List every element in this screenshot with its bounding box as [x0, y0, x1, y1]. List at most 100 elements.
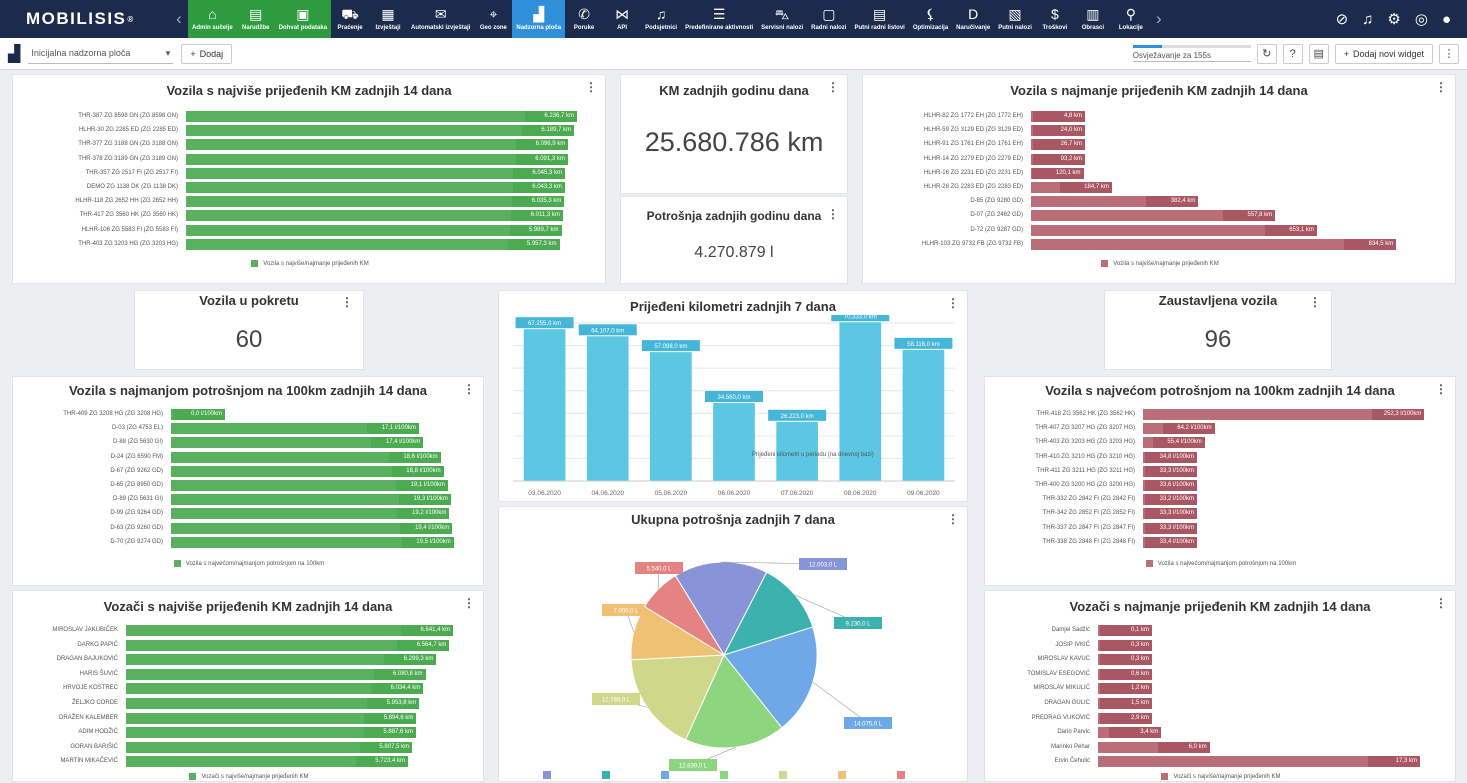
nav-item-travel-sheets[interactable]: ▤ Putni radni listovi [850, 0, 908, 38]
widget-menu-icon[interactable]: ⋮ [585, 80, 597, 94]
legend-swatch[interactable] [897, 771, 905, 779]
refresh-icon[interactable]: ↻ [1256, 43, 1277, 64]
nav-item-activities[interactable]: ☰ Predefinirane aktivnosti [681, 0, 757, 38]
nav-scroll-right-icon[interactable]: › [1150, 9, 1168, 29]
legend-swatch[interactable] [543, 771, 551, 779]
bar[interactable] [186, 196, 565, 208]
geozone-icon: ⌖ [489, 5, 498, 22]
nav-item-reports[interactable]: ▦ Izvještaji [369, 0, 407, 38]
data-label: 0,3 km [1100, 654, 1152, 666]
nav-item-messages[interactable]: ✆ Poruke [565, 0, 603, 38]
tracking-off-icon[interactable]: ⊘ [1336, 10, 1349, 28]
widget-menu-icon[interactable]: ⋮ [947, 296, 959, 310]
category-label: HLHR-82 ZG 1772 EH (ZG 1772 EH) [923, 113, 1023, 119]
drivers-least-km-chart: Damjel Sadžić 0,1 km JOSIP IVKIĆ 0,3 km MIRO… [985, 623, 1457, 783]
nav-item-optimization[interactable]: ⚸ Optimizacija [909, 0, 952, 38]
nav-item-auto-reports[interactable]: ✉ Automatski izvještaji [407, 0, 474, 38]
nav-item-orders[interactable]: ▤ Narudžbe [236, 0, 275, 38]
nav-item-work-orders[interactable]: ▢ Radni nalozi [807, 0, 850, 38]
chart-legend[interactable]: Vozači s najviše/najmanje prijeđenih KM [13, 773, 485, 780]
legend-swatch[interactable] [779, 771, 787, 779]
category-label: DRAGAN BAJUKOVIĆ [56, 656, 118, 663]
category-label: THR-409 ZG 3208 HG (ZG 3208 HG) [63, 411, 163, 417]
more-options-icon[interactable]: ⋮ [1439, 43, 1459, 64]
data-label: 33,2 l/100km [1145, 494, 1197, 506]
bar[interactable] [186, 153, 568, 165]
widget-menu-icon[interactable]: ⋮ [827, 80, 839, 94]
bar[interactable] [186, 139, 569, 151]
export-icon[interactable]: ▤ [1308, 43, 1329, 64]
category-label: D-63 (ZG 9260 GD) [110, 524, 163, 531]
nav-item-travel-orders[interactable]: ▧ Putni nalozi [994, 0, 1036, 38]
add-widget-button[interactable]: + Dodaj novi widget [1334, 43, 1433, 64]
widget-menu-icon[interactable]: ⋮ [1309, 295, 1321, 309]
bar[interactable] [186, 111, 578, 122]
nav-item-forms[interactable]: ▥ Obrasci [1074, 0, 1112, 38]
bar[interactable] [186, 210, 563, 222]
chart-legend[interactable]: Vozači s najviše/najmanje prijeđenih KM [985, 773, 1457, 780]
legend-swatch[interactable] [838, 771, 846, 779]
info-icon[interactable]: ? [1282, 43, 1303, 64]
data-label: 7.000,0 L [613, 609, 639, 615]
bar[interactable] [186, 238, 560, 250]
nav-scroll-left-icon[interactable]: ‹ [170, 9, 188, 29]
chart-legend[interactable]: Vozila s najvećom/najmanjom potrošnjom n… [13, 560, 485, 567]
nav-item-api[interactable]: ⋈ API [603, 0, 641, 38]
legend-swatch[interactable] [720, 771, 728, 779]
bar[interactable] [186, 182, 565, 193]
nav-item-ordering[interactable]: D Naručivanje [952, 0, 994, 38]
widget-most-consumption: Vozila s najvećom potrošnjom na 100km za… [984, 376, 1456, 586]
bar[interactable] [186, 125, 575, 137]
nav-item-geozone[interactable]: ⌖ Geo zone [474, 0, 512, 38]
bar[interactable] [650, 352, 692, 481]
legend-swatch[interactable] [661, 771, 669, 779]
chart-legend[interactable]: Vozila s najviše/najmanje prijeđenih KM [863, 260, 1457, 267]
nav-item-reminders[interactable]: ♫ Podsjetnici [641, 0, 681, 38]
widget-menu-icon[interactable]: ⋮ [463, 382, 475, 396]
category-label: D-70 (ZG 9274 GD) [110, 538, 163, 545]
widget-menu-icon[interactable]: ⋮ [1435, 596, 1447, 610]
bar[interactable] [1031, 238, 1397, 250]
data-label: 67.255,0 km [528, 321, 561, 327]
dashboard-select[interactable]: Inicijalna nadzorna ploča ▾ [28, 44, 174, 64]
legend-swatch[interactable] [602, 771, 610, 779]
widget-menu-icon[interactable]: ⋮ [947, 512, 959, 526]
category-label: MIROSLAV MIKULIĆ [1033, 685, 1090, 692]
legend-swatch[interactable] [741, 450, 748, 457]
mobilisis-logo[interactable]: MOBILISIS ® [0, 0, 170, 38]
bar[interactable] [713, 402, 755, 481]
notifications-icon[interactable]: ♫ [1362, 11, 1373, 28]
forms-icon: ▥ [1086, 5, 1100, 22]
data-label: 5.894,6 km [364, 712, 417, 724]
chart-legend[interactable]: Vozila s najvećom/najmanjom potrošnjom n… [985, 560, 1457, 567]
widget-menu-icon[interactable]: ⋮ [463, 596, 475, 610]
refresh-countdown: Osvježavanje za 155s [1132, 43, 1251, 65]
widget-menu-icon[interactable]: ⋮ [1435, 382, 1447, 396]
category-label: THR-407 ZG 3207 HG (ZG 3207 HG) [1035, 425, 1135, 432]
widget-menu-icon[interactable]: ⋮ [341, 295, 353, 309]
data-label: 5.807,5 km [360, 741, 413, 753]
nav-item-data[interactable]: ▣ Dohvat podataka [274, 0, 332, 38]
help-icon[interactable]: ◎ [1415, 10, 1428, 28]
bar[interactable] [902, 349, 945, 481]
nav-item-admin[interactable]: ⌂ Admin sučelje [188, 0, 237, 38]
widget-menu-icon[interactable]: ⋮ [1435, 80, 1447, 94]
add-dashboard-button[interactable]: + Dodaj [181, 43, 233, 64]
bar[interactable] [586, 336, 629, 481]
auto-reports-icon: ✉ [434, 5, 447, 22]
user-icon[interactable]: ● [1442, 11, 1451, 28]
nav-item-dashboard[interactable]: ▟ Nadzorna ploča [512, 0, 566, 38]
settings-icon[interactable]: ⚙ [1387, 10, 1400, 28]
chart-legend[interactable]: Vozila s najviše/najmanje prijeđenih KM [13, 260, 607, 267]
data-label: 6.096,9 km [516, 139, 569, 151]
nav-item-locations[interactable]: ⚲ Lokacije [1112, 0, 1150, 38]
bar[interactable] [186, 167, 566, 179]
nav-item-service[interactable]: ⛍ Servisni nalozi [757, 0, 807, 38]
data-label: 6.641,4 km [401, 625, 454, 636]
x-tick-label: 04.06.2020 [591, 490, 624, 497]
bar[interactable] [186, 224, 562, 236]
nav-item-tracking[interactable]: ⛟ Praćenje [331, 0, 369, 38]
bar[interactable] [523, 329, 566, 481]
nav-item-costs[interactable]: $ Troškovi [1036, 0, 1074, 38]
widget-menu-icon[interactable]: ⋮ [827, 207, 839, 221]
